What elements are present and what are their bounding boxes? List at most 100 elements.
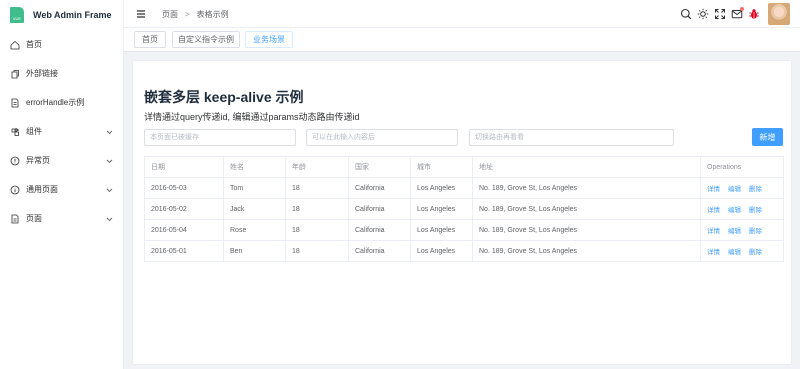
sidebar-menu: 首页 外部链接 errorHandle示例 组件 异常页 通用页面 页面 xyxy=(0,30,123,233)
message-badge xyxy=(740,7,744,11)
detail-link[interactable]: 详情 xyxy=(707,228,720,235)
content-input[interactable] xyxy=(306,129,458,146)
sidebar-item-error-handle[interactable]: errorHandle示例 xyxy=(0,88,123,117)
hamburger-icon[interactable] xyxy=(136,9,146,19)
fullscreen-icon[interactable] xyxy=(714,8,726,20)
table-cell: Tom xyxy=(223,177,286,199)
data-table: 日期 姓名 年龄 国家 城市 地址 Operations 2016-05-03 … xyxy=(144,156,784,262)
chevron-down-icon xyxy=(106,215,113,224)
table-cell: California xyxy=(348,177,411,199)
top-header: 页面 > 表格示例 xyxy=(124,0,800,28)
sidebar: VUE Web Admin Frame 首页 外部链接 errorHandle示… xyxy=(0,0,124,369)
sidebar-item-external-link[interactable]: 外部链接 xyxy=(0,59,123,88)
page-title: 嵌套多层 keep-alive 示例 xyxy=(144,89,304,105)
column-header: 姓名 xyxy=(223,156,286,178)
cache-input[interactable] xyxy=(144,129,296,146)
table-cell: 18 xyxy=(285,240,349,262)
table-cell: Los Angeles xyxy=(410,240,473,262)
sidebar-item-components[interactable]: 组件 xyxy=(0,117,123,146)
warning-icon xyxy=(10,156,20,166)
sidebar-item-label: 异常页 xyxy=(26,156,50,165)
table-cell: California xyxy=(348,240,411,262)
table-cell: 2016-05-04 xyxy=(144,219,224,241)
table-cell: 2016-05-03 xyxy=(144,177,224,199)
home-icon xyxy=(10,40,20,50)
operations-cell: 详情 编辑 删除 xyxy=(700,198,784,220)
user-avatar[interactable] xyxy=(768,3,790,25)
edit-link[interactable]: 编辑 xyxy=(728,207,741,214)
content-card: 嵌套多层 keep-alive 示例 详情通过query传递id, 编辑通过pa… xyxy=(132,60,792,365)
chevron-down-icon xyxy=(106,157,113,166)
table-cell: 18 xyxy=(285,219,349,241)
edit-link[interactable]: 编辑 xyxy=(728,186,741,193)
table-cell: No. 189, Grove St, Los Angeles xyxy=(472,198,701,220)
table-cell: No. 189, Grove St, Los Angeles xyxy=(472,219,701,241)
breadcrumb-item-pages[interactable]: 页面 xyxy=(162,9,178,20)
breadcrumb-separator: > xyxy=(185,10,190,19)
bug-icon[interactable] xyxy=(748,8,760,20)
column-header: 日期 xyxy=(144,156,224,178)
operations-cell: 详情 编辑 删除 xyxy=(700,240,784,262)
table-cell: 2016-05-02 xyxy=(144,198,224,220)
sidebar-item-error-pages[interactable]: 异常页 xyxy=(0,146,123,175)
add-button[interactable]: 新增 xyxy=(752,128,783,146)
table-cell: Los Angeles xyxy=(410,177,473,199)
app-title: Web Admin Frame xyxy=(33,10,112,20)
app-logo: VUE xyxy=(10,7,24,23)
brand[interactable]: VUE Web Admin Frame xyxy=(0,0,123,30)
chevron-down-icon xyxy=(106,186,113,195)
sidebar-item-label: 页面 xyxy=(26,214,42,223)
table-row: 2016-05-03 Tom 18 California Los Angeles… xyxy=(144,177,784,199)
message-icon[interactable] xyxy=(731,7,744,20)
detail-link[interactable]: 详情 xyxy=(707,186,720,193)
edit-link[interactable]: 编辑 xyxy=(728,228,741,235)
sidebar-item-home[interactable]: 首页 xyxy=(0,30,123,59)
detail-link[interactable]: 详情 xyxy=(707,249,720,256)
table-cell: No. 189, Grove St, Los Angeles xyxy=(472,240,701,262)
table-cell: California xyxy=(348,198,411,220)
table-row: 2016-05-04 Rose 18 California Los Angele… xyxy=(144,219,784,241)
chevron-down-icon xyxy=(106,128,113,137)
table-cell: Rose xyxy=(223,219,286,241)
document-icon xyxy=(10,98,20,108)
delete-link[interactable]: 删除 xyxy=(749,249,762,256)
delete-link[interactable]: 删除 xyxy=(749,228,762,235)
page-icon xyxy=(10,214,20,224)
external-link-icon xyxy=(10,69,20,79)
delete-link[interactable]: 删除 xyxy=(749,186,762,193)
table-cell: California xyxy=(348,219,411,241)
sidebar-item-label: errorHandle示例 xyxy=(26,98,85,107)
detail-link[interactable]: 详情 xyxy=(707,207,720,214)
tag-home[interactable]: 首页 xyxy=(134,31,166,48)
table-header-row: 日期 姓名 年龄 国家 城市 地址 Operations xyxy=(144,156,784,178)
breadcrumb-item-table-example: 表格示例 xyxy=(196,10,229,19)
sidebar-item-common-pages[interactable]: 通用页面 xyxy=(0,175,123,204)
component-icon xyxy=(10,127,20,137)
sidebar-item-pages[interactable]: 页面 xyxy=(0,204,123,233)
tag-business-scenario[interactable]: 业务场景 xyxy=(245,31,293,48)
page-description: 详情通过query传递id, 编辑通过params动态路由传递id xyxy=(144,112,360,122)
table-cell: Los Angeles xyxy=(410,198,473,220)
table-cell: Los Angeles xyxy=(410,219,473,241)
table-cell: 18 xyxy=(285,177,349,199)
table-cell: 2016-05-01 xyxy=(144,240,224,262)
table-row: 2016-05-02 Jack 18 California Los Angele… xyxy=(144,198,784,220)
theme-icon[interactable] xyxy=(697,8,709,20)
route-input[interactable] xyxy=(469,129,674,146)
edit-link[interactable]: 编辑 xyxy=(728,249,741,256)
column-header: 国家 xyxy=(348,156,411,178)
tags-view: 首页 自定义指令示例 业务场景 xyxy=(124,28,800,52)
table-cell: 18 xyxy=(285,198,349,220)
table-row: 2016-05-01 Ben 18 California Los Angeles… xyxy=(144,240,784,262)
table-cell: No. 189, Grove St, Los Angeles xyxy=(472,177,701,199)
search-icon[interactable] xyxy=(680,8,692,20)
column-header: Operations xyxy=(700,156,784,178)
table-cell: Jack xyxy=(223,198,286,220)
delete-link[interactable]: 删除 xyxy=(749,207,762,214)
header-toolbar xyxy=(675,0,790,28)
info-icon xyxy=(10,185,20,195)
tag-custom-directive[interactable]: 自定义指令示例 xyxy=(172,31,240,48)
operations-cell: 详情 编辑 删除 xyxy=(700,219,784,241)
column-header: 城市 xyxy=(410,156,473,178)
table-cell: Ben xyxy=(223,240,286,262)
